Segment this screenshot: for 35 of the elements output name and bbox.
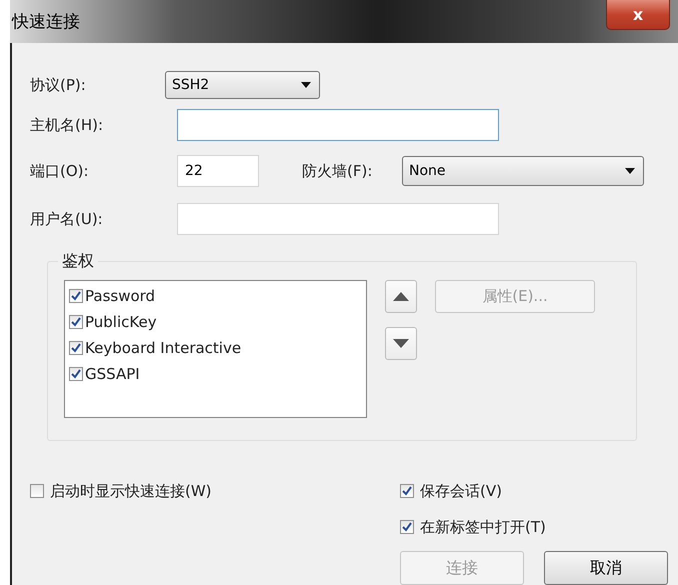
field-label: 防火墙(F): (302, 162, 374, 180)
checkbox[interactable] (69, 341, 83, 355)
up-arrow-icon (393, 292, 409, 301)
field-label: 协议(P): (30, 76, 87, 94)
option-label: 在新标签中打开(T) (420, 518, 546, 536)
hostname-field[interactable] (177, 109, 499, 141)
auth-method: Keyboard Interactive (85, 339, 242, 357)
field-label: 用户名(U): (30, 210, 104, 228)
move-up-button[interactable] (385, 280, 417, 313)
checkbox[interactable] (69, 315, 83, 329)
checkbox[interactable] (30, 484, 44, 498)
option-label: 保存会话(V) (420, 482, 502, 500)
group-title: 鉴权 (61, 251, 95, 272)
move-down-button[interactable] (385, 327, 417, 360)
down-arrow-icon (393, 339, 409, 348)
caret-icon (301, 82, 311, 88)
checkbox[interactable] (400, 484, 414, 498)
window-title: 快速连接 (10, 11, 80, 33)
username-field[interactable] (177, 203, 499, 235)
auth-method-list[interactable]: Password PublicKey Keyboard Interactive GSSAPI (64, 280, 367, 418)
firewall-dropdown[interactable]: None (402, 156, 644, 186)
checkbox[interactable] (69, 367, 83, 381)
auth-method: GSSAPI (85, 365, 140, 383)
option-label: 启动时显示快速连接(W) (50, 482, 212, 500)
caret-icon (625, 168, 635, 174)
auth-method: PublicKey (85, 313, 157, 331)
auth-method: Password (85, 287, 156, 305)
checkbox[interactable] (69, 289, 83, 303)
checkbox[interactable] (400, 520, 414, 534)
protocol-dropdown[interactable]: SSH2 (165, 71, 320, 99)
port-field[interactable]: 22 (177, 155, 259, 187)
close-button[interactable]: x (606, 0, 670, 30)
cancel-button[interactable]: 取消 (544, 551, 668, 585)
field-label: 主机名(H): (30, 116, 104, 134)
field-label: 端口(O): (30, 162, 90, 180)
